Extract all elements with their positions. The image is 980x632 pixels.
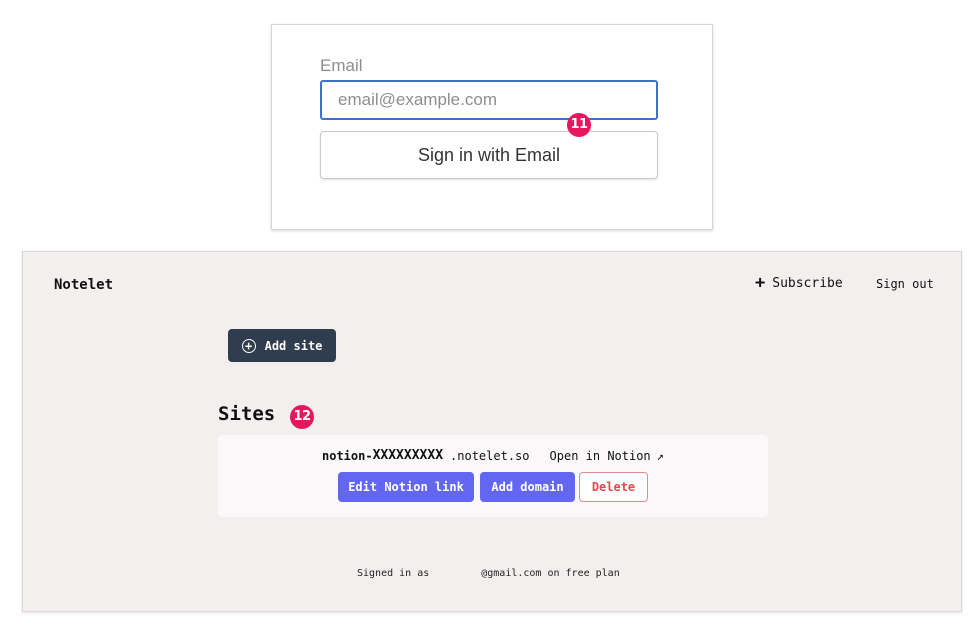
dashboard-panel: Notelet + Subscribe Sign out + Add site … bbox=[22, 251, 962, 612]
plus-icon: + bbox=[755, 273, 766, 293]
signed-in-status: Signed in as @gmail.com on free plan bbox=[357, 568, 620, 579]
login-card: Email Sign in with Email bbox=[271, 24, 713, 230]
email-label: Email bbox=[320, 56, 363, 75]
brand-logo[interactable]: Notelet bbox=[54, 277, 113, 293]
signed-in-suffix: @gmail.com on free plan bbox=[481, 568, 620, 579]
open-in-notion-label: Open in Notion bbox=[549, 448, 651, 463]
step-badge-11: 11 bbox=[567, 113, 591, 137]
circle-plus-icon: + bbox=[241, 338, 256, 353]
site-row: notion- XXXXXXXXX .notelet.so Open in Not… bbox=[322, 448, 664, 463]
add-domain-button[interactable]: Add domain bbox=[480, 472, 575, 502]
step-badge-12: 12 bbox=[290, 405, 314, 429]
external-link-arrow-icon: ↗ bbox=[656, 448, 664, 463]
edit-notion-link-button[interactable]: Edit Notion link bbox=[338, 472, 474, 502]
site-card: notion- XXXXXXXXX .notelet.so Open in Not… bbox=[218, 435, 768, 517]
sites-heading: Sites bbox=[218, 403, 276, 425]
site-subdomain-prefix: notion- bbox=[322, 448, 373, 463]
site-subdomain-masked: XXXXXXXXX bbox=[372, 448, 444, 463]
add-site-button[interactable]: + Add site bbox=[228, 329, 336, 362]
open-in-notion-link[interactable]: Open in Notion ↗ bbox=[550, 449, 664, 463]
sign-in-with-email-button[interactable]: Sign in with Email bbox=[320, 131, 658, 179]
subscribe-link[interactable]: + Subscribe bbox=[755, 275, 843, 292]
site-domain-suffix: .notelet.so bbox=[450, 448, 530, 463]
subscribe-label: Subscribe bbox=[772, 276, 843, 291]
sign-out-link[interactable]: Sign out bbox=[876, 277, 934, 291]
delete-site-button[interactable]: Delete bbox=[579, 472, 648, 502]
add-site-label: Add site bbox=[264, 338, 323, 353]
signed-in-prefix: Signed in as bbox=[357, 568, 430, 579]
email-input[interactable] bbox=[320, 80, 658, 120]
